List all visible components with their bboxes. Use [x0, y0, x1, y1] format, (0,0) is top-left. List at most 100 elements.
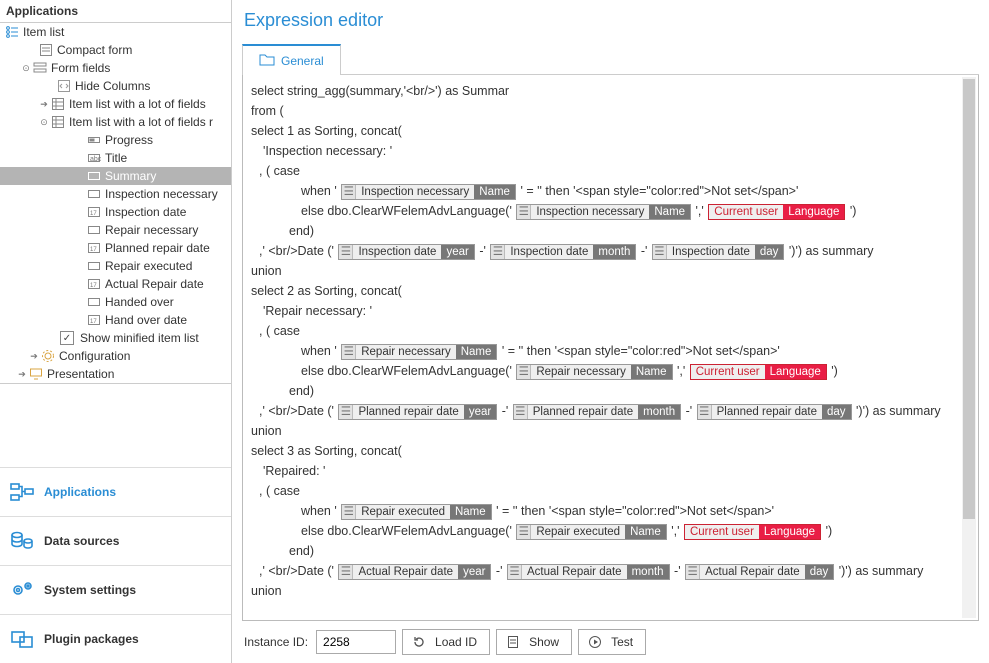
tree-field-repair-necessary[interactable]: Repair necessary — [0, 221, 231, 239]
show-button[interactable]: Show — [496, 629, 572, 655]
code-text: select 1 as Sorting, concat( — [251, 124, 402, 138]
code-text: -' — [686, 404, 693, 418]
tree-field-summary[interactable]: Summary — [0, 167, 231, 185]
tree-field-handed-over[interactable]: Handed over — [0, 293, 231, 311]
button-label: Show — [529, 635, 559, 649]
nav-data-sources[interactable]: Data sources — [0, 516, 231, 565]
token-repair-executed-name[interactable]: ☰Repair executedName — [341, 504, 491, 520]
tab-general[interactable]: General — [242, 44, 341, 75]
expand-icon[interactable]: ➔ — [38, 97, 50, 111]
code-text: ,' <br/>Date (' — [259, 244, 334, 258]
token-inspection-necessary-name[interactable]: ☰Inspection necessaryName — [516, 204, 691, 220]
code-text: when ' — [301, 504, 337, 518]
token-inspection-necessary-name[interactable]: ☰Inspection necessaryName — [341, 184, 516, 200]
tree-field-actual-repair-date[interactable]: 17 Actual Repair date — [0, 275, 231, 293]
tree-field-inspection-date[interactable]: 17 Inspection date — [0, 203, 231, 221]
tree-item-list-lot-2[interactable]: ⊙ Item list with a lot of fields r — [0, 113, 231, 131]
collapse-icon[interactable]: ⊙ — [38, 115, 50, 129]
folder-icon — [259, 52, 275, 69]
monitor-icon — [28, 366, 44, 382]
tree-field-progress[interactable]: Progress — [0, 131, 231, 149]
doc-icon — [505, 634, 521, 650]
token-current-user-language[interactable]: Current userLanguage — [708, 204, 845, 220]
button-label: Load ID — [435, 635, 477, 649]
token-inspection-date-month[interactable]: ☰Inspection datemonth — [490, 244, 636, 260]
load-id-button[interactable]: Load ID — [402, 629, 490, 655]
svg-text:17: 17 — [90, 247, 97, 253]
test-button[interactable]: Test — [578, 629, 646, 655]
token-inspection-date-year[interactable]: ☰Inspection dateyear — [338, 244, 474, 260]
field-icon: ☰ — [491, 245, 505, 259]
gear-icon — [40, 348, 56, 364]
tree-item-list-lot-1[interactable]: ➔ Item list with a lot of fields — [0, 95, 231, 113]
nav-applications[interactable]: Applications — [0, 467, 231, 516]
tree-configuration[interactable]: ➔ Configuration — [0, 347, 231, 365]
tree-field-planned-repair-date[interactable]: 17 Planned repair date — [0, 239, 231, 257]
tree-label: Progress — [105, 133, 153, 147]
field-icon: ☰ — [686, 565, 700, 579]
code-text: end) — [289, 224, 314, 238]
field-icon — [86, 168, 102, 184]
tree-hide-columns[interactable]: Hide Columns — [0, 77, 231, 95]
date-icon: 17 — [86, 312, 102, 328]
code-text: ') — [826, 524, 833, 538]
applications-icon — [10, 482, 34, 502]
field-icon: ☰ — [342, 345, 356, 359]
code-text: ',' — [696, 204, 704, 218]
token-repair-necessary-name[interactable]: ☰Repair necessaryName — [516, 364, 672, 380]
checkbox-checked-icon[interactable]: ✓ — [60, 331, 74, 345]
tree-show-minified[interactable]: ✓ Show minified item list — [0, 329, 231, 347]
progress-icon — [86, 132, 102, 148]
token-repair-executed-name[interactable]: ☰Repair executedName — [516, 524, 666, 540]
token-planned-date-year[interactable]: ☰Planned repair dateyear — [338, 404, 497, 420]
expand-icon[interactable]: ➔ — [28, 349, 40, 363]
nav-system-settings[interactable]: System settings — [0, 565, 231, 614]
token-actual-date-day[interactable]: ☰Actual Repair dateday — [685, 564, 834, 580]
package-icon — [10, 629, 34, 649]
svg-text:17: 17 — [90, 283, 97, 289]
nav-plugin-packages[interactable]: Plugin packages — [0, 614, 231, 663]
tree-label: Item list with a lot of fields r — [69, 115, 213, 129]
expression-editor[interactable]: select string_agg(summary,'<br/>') as Su… — [242, 75, 979, 621]
tree-field-title[interactable]: abc Title — [0, 149, 231, 167]
scrollbar-vertical[interactable] — [962, 77, 976, 618]
code-icon — [56, 78, 72, 94]
field-icon: ☰ — [339, 245, 353, 259]
field-icon: ☰ — [698, 405, 712, 419]
code-text: 'Repair necessary: ' — [263, 304, 372, 318]
token-planned-date-day[interactable]: ☰Planned repair dateday — [697, 404, 852, 420]
code-text: union — [251, 424, 282, 438]
expand-icon[interactable]: ➔ — [16, 367, 28, 381]
tree-root-item-list[interactable]: Item list — [0, 23, 231, 41]
tree-field-hand-over-date[interactable]: 17 Hand over date — [0, 311, 231, 329]
editor-content[interactable]: select string_agg(summary,'<br/>') as Su… — [245, 77, 960, 618]
code-text: -' — [641, 244, 648, 258]
token-current-user-language[interactable]: Current userLanguage — [684, 524, 821, 540]
token-actual-date-year[interactable]: ☰Actual Repair dateyear — [338, 564, 491, 580]
code-text: -' — [496, 564, 503, 578]
tree-label: Summary — [105, 169, 156, 183]
field-icon: ☰ — [339, 405, 353, 419]
field-icon: ☰ — [517, 525, 531, 539]
tree-field-inspection-necessary[interactable]: Inspection necessary — [0, 185, 231, 203]
tree-presentation[interactable]: ➔ Presentation — [0, 365, 231, 383]
tree-compact-form[interactable]: Compact form — [0, 41, 231, 59]
tree-field-repair-executed[interactable]: Repair executed — [0, 257, 231, 275]
instance-id-input[interactable] — [316, 630, 396, 654]
field-icon: ☰ — [342, 185, 356, 199]
token-inspection-date-day[interactable]: ☰Inspection dateday — [652, 244, 785, 260]
collapse-icon[interactable]: ⊙ — [20, 61, 32, 75]
token-actual-date-month[interactable]: ☰Actual Repair datemonth — [507, 564, 670, 580]
token-current-user-language[interactable]: Current userLanguage — [690, 364, 827, 380]
tree-form-fields[interactable]: ⊙ Form fields — [0, 59, 231, 77]
tree-label: Form fields — [51, 61, 110, 75]
token-planned-date-month[interactable]: ☰Planned repair datemonth — [513, 404, 681, 420]
code-text: select string_agg(summary,'<br/>') as Su… — [251, 84, 509, 98]
list-icon — [4, 24, 20, 40]
field-icon — [86, 258, 102, 274]
scrollbar-thumb[interactable] — [963, 79, 975, 519]
field-icon: ☰ — [653, 245, 667, 259]
field-icon — [86, 186, 102, 202]
token-repair-necessary-name[interactable]: ☰Repair necessaryName — [341, 344, 497, 360]
fields-icon — [32, 60, 48, 76]
